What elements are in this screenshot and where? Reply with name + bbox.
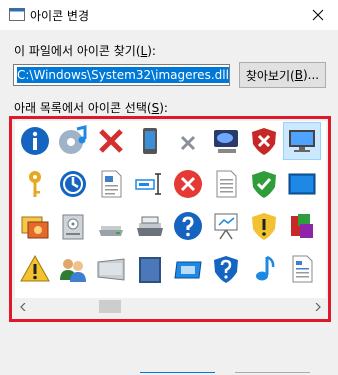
shield-warning-icon [252, 213, 277, 240]
icon-list-item[interactable] [245, 165, 283, 203]
file-field-label: 이 파일에서 아이콘 찾기(L): [14, 44, 156, 58]
error-icon [173, 169, 202, 198]
icon-list-item[interactable] [245, 122, 283, 160]
icon-list-item[interactable] [169, 250, 207, 288]
document-icon [216, 170, 237, 197]
monitor-icon [289, 130, 316, 152]
shield-question-icon [214, 255, 238, 283]
scroll-right-button[interactable] [309, 298, 326, 315]
key-icon [29, 170, 41, 197]
scanner-icon [136, 216, 163, 236]
programs-icon [291, 214, 314, 238]
icon-list-item[interactable] [283, 207, 321, 245]
icon-list-item[interactable] [16, 122, 54, 160]
shield-check-icon [252, 170, 277, 198]
document-text-icon [292, 255, 313, 282]
app-window-icon [9, 8, 25, 21]
icon-list-item[interactable] [322, 207, 326, 245]
icon-list-item[interactable] [207, 250, 245, 288]
icon-list-item[interactable] [245, 250, 283, 288]
panel-icon [97, 257, 125, 281]
close-button[interactable] [298, 0, 338, 30]
small-x-icon [180, 135, 195, 151]
folder-icon [325, 210, 326, 242]
icon-list-item[interactable] [283, 122, 322, 160]
users-icon [60, 258, 87, 282]
icon-list-item[interactable] [322, 122, 326, 160]
shield-x-icon [252, 128, 277, 155]
settings-icon [325, 168, 326, 200]
icon-list-item[interactable] [92, 250, 130, 288]
icon-list-item[interactable] [283, 250, 321, 288]
drive-small-icon [99, 226, 124, 236]
rename-icon [134, 172, 161, 195]
document-image-icon [101, 170, 122, 197]
music-icon [256, 255, 275, 280]
icon-list-item[interactable] [16, 165, 54, 203]
icon-list-item[interactable] [131, 250, 169, 288]
picture-icon [325, 125, 326, 157]
icon-list-item[interactable] [322, 165, 326, 203]
icon-list-item[interactable] [207, 122, 245, 160]
arrow-right-icon [315, 302, 321, 311]
display-icon [214, 130, 238, 153]
icon-list-item[interactable] [92, 122, 130, 160]
icon-list-item[interactable] [131, 122, 169, 160]
drive-icon [62, 214, 84, 240]
warning-icon [20, 254, 50, 281]
close-icon [312, 9, 324, 21]
icon-list-item[interactable] [54, 207, 92, 245]
icon-list-label: 아래 목록에서 아이콘 선택(S): [14, 101, 168, 115]
icon-list-item[interactable] [322, 250, 326, 288]
icon-list-item[interactable] [54, 250, 92, 288]
icon-list-item[interactable] [169, 122, 207, 160]
icon-list[interactable] [15, 121, 326, 315]
icon-list-item[interactable] [131, 207, 169, 245]
arrow-left-icon [20, 302, 26, 311]
folder-panel-icon [138, 256, 161, 283]
title-bar: 아이콘 변경 [0, 0, 338, 30]
scroll-thumb[interactable] [99, 300, 121, 313]
window-title: 아이콘 변경 [30, 9, 90, 23]
icon-list-item[interactable] [131, 165, 169, 203]
icon-list-item[interactable] [169, 207, 207, 245]
help-icon [173, 212, 202, 240]
horizontal-scrollbar[interactable] [15, 298, 326, 315]
presentation-icon [214, 213, 238, 240]
red-x-icon [99, 129, 124, 153]
list-icon [325, 253, 326, 285]
icon-list-item[interactable] [92, 165, 130, 203]
mobile-device-icon [142, 128, 157, 154]
icon-list-item[interactable] [92, 207, 130, 245]
info-icon [21, 127, 49, 155]
media-disc-icon [59, 125, 87, 154]
icon-list-item[interactable] [207, 165, 245, 203]
scroll-left-button[interactable] [15, 298, 32, 315]
file-path-value: C:\Windows\System32\imageres.dll [17, 67, 229, 83]
clock-icon [60, 170, 87, 197]
file-path-input[interactable]: C:\Windows\System32\imageres.dll [13, 64, 230, 86]
network-adapter-icon [174, 261, 202, 278]
photos-icon [21, 216, 49, 239]
icon-list-item[interactable] [283, 165, 321, 203]
icon-list-item[interactable] [207, 207, 245, 245]
icon-list-item[interactable] [54, 165, 92, 203]
icon-list-item[interactable] [54, 122, 92, 160]
browse-button[interactable]: 찾아보기(B)... [239, 62, 326, 88]
icon-list-item[interactable] [245, 207, 283, 245]
icon-list-item[interactable] [16, 207, 54, 245]
icon-list-item[interactable] [16, 250, 54, 288]
screen-icon [288, 173, 316, 194]
icon-list-item[interactable] [169, 165, 207, 203]
